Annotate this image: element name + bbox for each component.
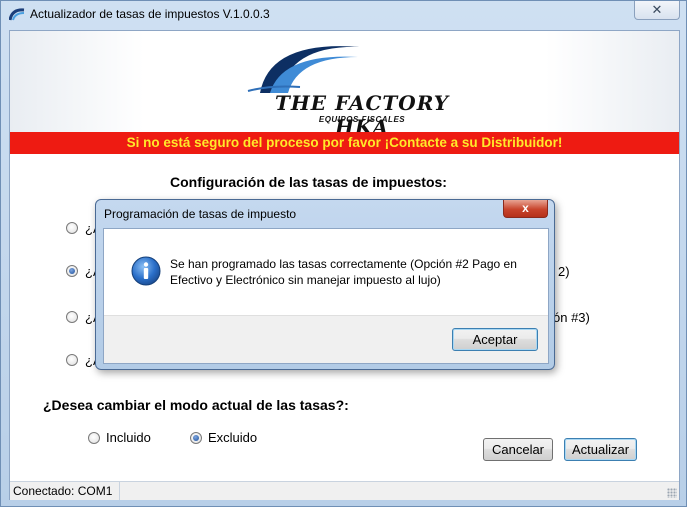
logo-swoosh-icon	[247, 46, 360, 93]
accept-button[interactable]: Aceptar	[452, 328, 538, 351]
logo-text: The Factory HKA	[274, 91, 450, 132]
option-1-radio[interactable]	[66, 222, 78, 234]
option-3-radio[interactable]	[66, 311, 78, 323]
incluido-radio[interactable]	[88, 432, 100, 444]
incluido-label[interactable]: Incluido	[106, 430, 151, 445]
config-title: Configuración de las tasas de impuestos:	[170, 174, 447, 190]
option-2-label-end: 2)	[558, 264, 570, 279]
window-title: Actualizador de tasas de impuestos V.1.0…	[30, 7, 270, 21]
info-icon	[131, 256, 161, 286]
banner: The Factory HKA EQUIPOS FISCALES	[10, 31, 679, 132]
message-dialog: Programación de tasas de impuesto x Se h…	[95, 199, 555, 370]
connection-status: Conectado: COM1	[10, 482, 120, 500]
resize-grip-icon[interactable]	[667, 488, 677, 498]
excluido-label[interactable]: Excluido	[208, 430, 257, 445]
cancel-button[interactable]: Cancelar	[483, 438, 553, 461]
dialog-footer: Aceptar	[104, 315, 548, 363]
dialog-body: Se han programado las tasas correctament…	[103, 228, 549, 364]
option-2-radio[interactable]	[66, 265, 78, 277]
excluido-radio[interactable]	[190, 432, 202, 444]
mode-question: ¿Desea cambiar el modo actual de las tas…	[43, 397, 349, 413]
app-arc-icon	[9, 8, 25, 21]
update-button[interactable]: Actualizar	[564, 438, 637, 461]
dialog-message: Se han programado las tasas correctament…	[170, 257, 517, 287]
option-3-label-end: ón #3)	[553, 310, 590, 325]
dialog-title: Programación de tasas de impuesto	[104, 207, 297, 221]
status-bar: Conectado: COM1	[10, 481, 679, 500]
logo-subtext: EQUIPOS FISCALES	[318, 115, 406, 124]
window-close-button[interactable]: ✕	[634, 1, 680, 20]
warning-banner: Si no está seguro del proceso por favor …	[10, 132, 679, 154]
dialog-close-button[interactable]: x	[503, 200, 548, 218]
title-bar[interactable]: Actualizador de tasas de impuestos V.1.0…	[1, 1, 686, 27]
option-4-radio[interactable]	[66, 354, 78, 366]
